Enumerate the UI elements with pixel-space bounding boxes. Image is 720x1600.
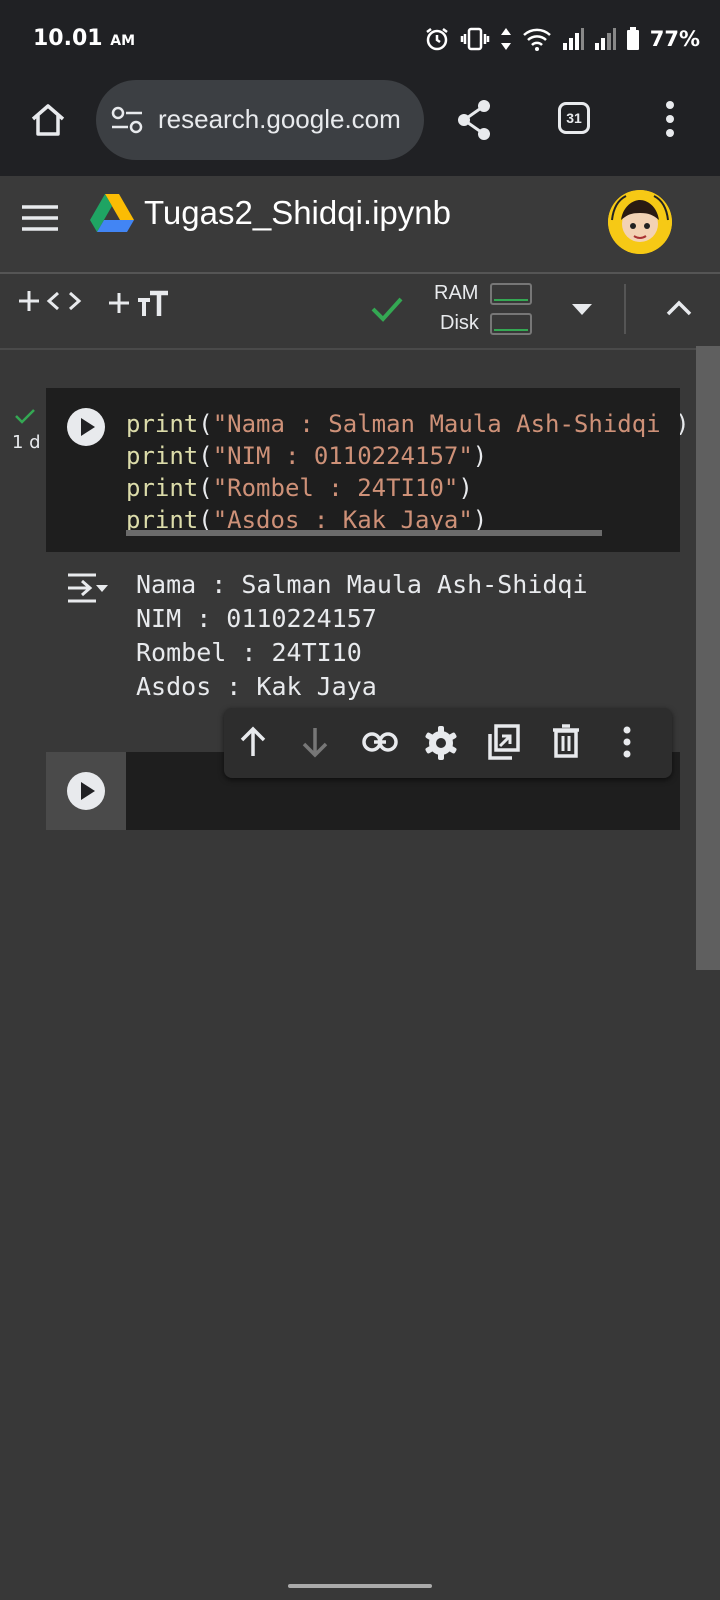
vibrate-icon (460, 27, 489, 51)
url-text: research.google.com (158, 104, 401, 134)
site-settings-icon[interactable] (110, 104, 144, 136)
more-vert-icon[interactable] (664, 100, 676, 138)
share-icon[interactable] (454, 98, 494, 142)
chevron-up-icon[interactable] (666, 300, 692, 316)
code-line: print("Nama : Salman Maula Ash-Shidqi") (126, 410, 690, 438)
disk-meter[interactable] (490, 313, 532, 335)
code-line: print("Rombel : 24TI10") (126, 474, 473, 502)
toolbar-divider (624, 284, 626, 334)
scrollbar-thumb[interactable] (696, 346, 720, 970)
data-arrows-icon (500, 28, 511, 50)
user-avatar[interactable] (608, 190, 672, 254)
plus-icon (19, 291, 39, 311)
output-actions-icon[interactable] (66, 572, 108, 604)
executed-check-icon (15, 409, 35, 424)
run-cell-button[interactable] (67, 772, 105, 810)
notebook-toolbar: RAM Disk (0, 272, 720, 350)
menu-icon[interactable] (22, 204, 58, 232)
notebook-header: Tugas2_Shidqi.ipynb (0, 176, 720, 274)
move-up-icon[interactable] (238, 726, 268, 758)
battery-percent: 77% (649, 27, 700, 51)
code-icon (46, 291, 82, 311)
tab-switcher-button[interactable]: 31 (558, 102, 590, 134)
signal-1-icon (562, 28, 584, 50)
output-line: Rombel : 24TI10 (136, 638, 362, 667)
code-horizontal-scrollbar[interactable] (126, 530, 602, 536)
ram-meter[interactable] (490, 283, 532, 305)
delete-icon[interactable] (552, 724, 580, 758)
battery-icon (626, 27, 639, 50)
more-vert-icon[interactable] (622, 726, 632, 758)
settings-gear-icon[interactable] (424, 726, 458, 760)
code-line: print("NIM : 0110224157") (126, 442, 488, 470)
notebook-title[interactable]: Tugas2_Shidqi.ipynb (144, 194, 451, 232)
avatar-image (608, 190, 672, 254)
gesture-home-bar[interactable] (288, 1584, 432, 1588)
resources-dropdown-icon[interactable] (572, 304, 592, 316)
output-line: NIM : 0110224157 (136, 604, 377, 633)
wifi-icon (522, 28, 551, 51)
output-line: Asdos : Kak Jaya (136, 672, 377, 701)
add-text-button[interactable] (108, 290, 170, 316)
connected-check-icon[interactable] (370, 296, 404, 322)
text-format-icon (138, 290, 168, 316)
ram-label: RAM (434, 282, 479, 304)
status-bar: 10.01 AM 77% (0, 0, 720, 80)
move-down-icon[interactable] (300, 726, 330, 758)
disk-label: Disk (440, 312, 479, 334)
cell-toolbar (224, 708, 672, 778)
browser-toolbar: research.google.com 31 (0, 80, 720, 176)
alarm-icon (425, 28, 448, 51)
execution-time: 1 d (12, 432, 41, 453)
status-time: 10.01 AM (33, 26, 136, 51)
signal-2-icon (594, 28, 616, 50)
home-icon[interactable] (28, 100, 68, 140)
status-icons: 77% (424, 26, 700, 52)
run-cell-button[interactable] (67, 408, 105, 446)
google-drive-icon (90, 194, 134, 232)
output-line: Nama : Salman Maula Ash-Shidqi (136, 570, 588, 599)
add-code-button[interactable] (18, 290, 82, 312)
address-bar[interactable]: research.google.com (96, 80, 424, 160)
code-overflow-mask (662, 395, 680, 545)
cell-output: Nama : Salman Maula Ash-Shidqi NIM : 0110… (136, 568, 588, 704)
plus-icon (109, 293, 129, 313)
open-in-tab-icon[interactable] (486, 724, 520, 760)
link-icon[interactable] (362, 732, 398, 752)
code-editor[interactable]: print("Nama : Salman Maula Ash-Shidqi") p… (126, 408, 690, 536)
